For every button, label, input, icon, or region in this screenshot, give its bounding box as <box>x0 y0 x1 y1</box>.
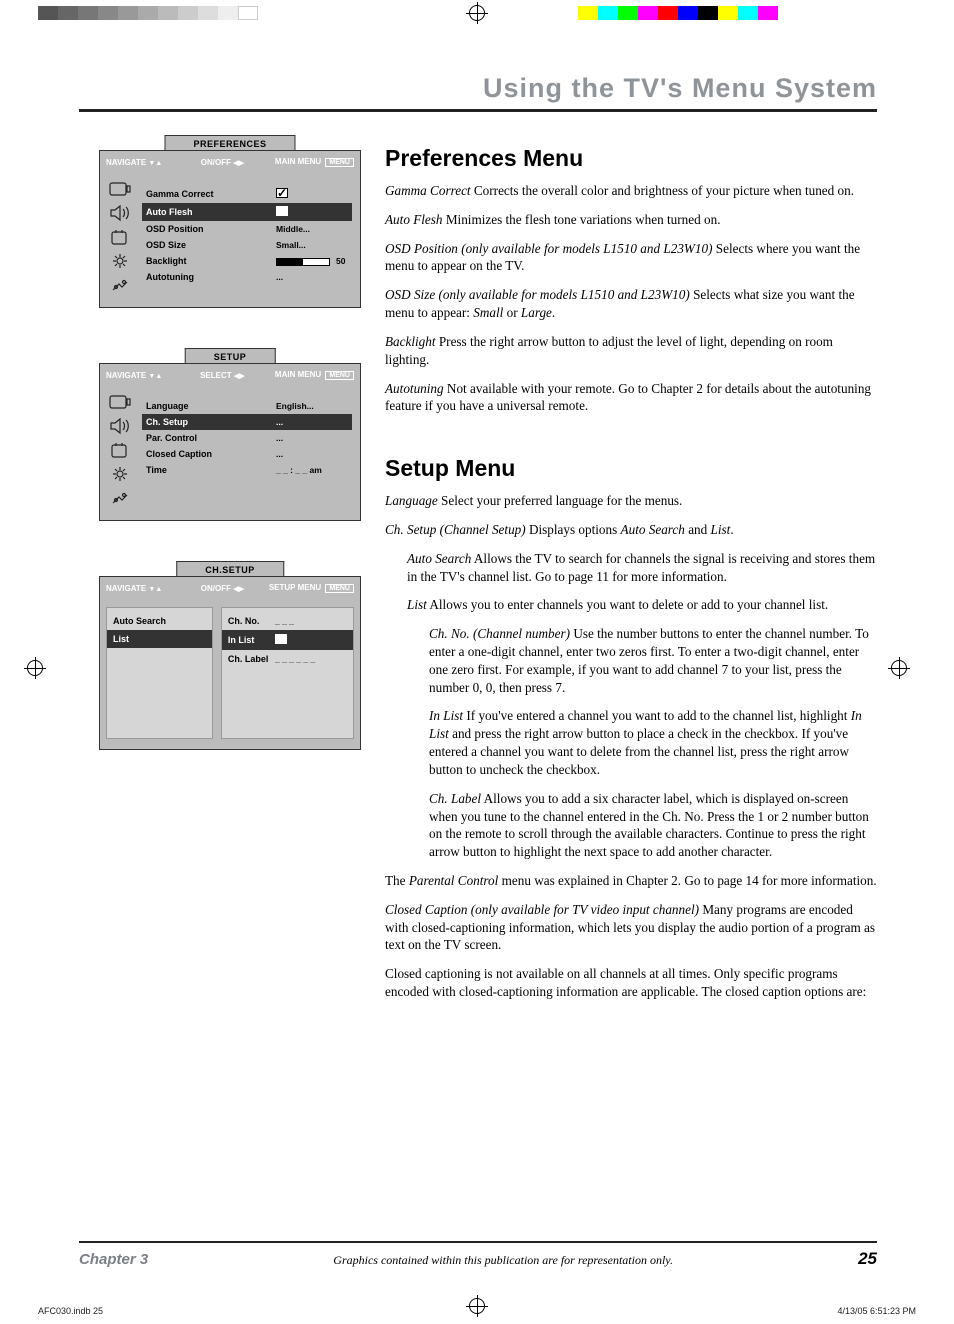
paragraph: The Parental Control menu was explained … <box>385 872 877 890</box>
registration-mark-icon <box>469 5 485 21</box>
setup-icon <box>108 488 132 508</box>
osd-row: OSD PositionMiddle... <box>142 221 352 237</box>
paragraph: Backlight Press the right arrow button t… <box>385 333 877 369</box>
registration-mark-icon <box>891 660 907 676</box>
paragraph: Gamma Correct Corrects the overall color… <box>385 182 877 200</box>
paragraph: Auto Search Allows the TV to search for … <box>407 550 877 586</box>
osd-list: Gamma CorrectAuto FleshOSD PositionMiddl… <box>142 179 352 295</box>
setup-icon <box>108 275 132 295</box>
osd-row: Closed Caption... <box>142 446 352 462</box>
osd-row: Ch. Setup... <box>142 414 352 430</box>
sound-icon <box>108 203 132 223</box>
osd-row: LanguageEnglish... <box>142 398 352 414</box>
osd-row: List <box>107 630 212 648</box>
osd-nav-bar: NAVIGATE ▼▲ SELECT ◀▶ MAIN MENU MENU <box>100 364 360 386</box>
osd-pane-left: Auto SearchList <box>106 607 213 739</box>
osd-nav-bar: NAVIGATE ▼▲ ON/OFF ◀▶ SETUP MENU MENU <box>100 577 360 599</box>
paragraph: Closed Caption (only available for TV vi… <box>385 901 877 954</box>
osd-nav-bar: NAVIGATE ▼▲ ON/OFF ◀▶ MAIN MENU MENU <box>100 151 360 173</box>
paragraph: Language Select your preferred language … <box>385 492 877 510</box>
osd-row: Autotuning... <box>142 269 352 285</box>
sound-icon <box>108 416 132 436</box>
color-bars-right <box>558 6 798 20</box>
section-heading-preferences: Preferences Menu <box>385 145 877 172</box>
osd-tab: SETUP <box>185 348 276 363</box>
paragraph: OSD Position (only available for models … <box>385 240 877 276</box>
osd-row: OSD SizeSmall... <box>142 237 352 253</box>
osd-tab: PREFERENCES <box>164 135 295 150</box>
osd-row: In List <box>222 630 353 650</box>
osd-list: LanguageEnglish...Ch. Setup...Par. Contr… <box>142 392 352 508</box>
picture-icon <box>108 392 132 412</box>
print-timestamp: 4/13/05 6:51:23 PM <box>837 1306 916 1316</box>
registration-mark-icon <box>27 660 43 676</box>
osd-preferences: PREFERENCES NAVIGATE ▼▲ ON/OFF ◀▶ MAIN M… <box>99 150 361 308</box>
osd-setup: SETUP NAVIGATE ▼▲ SELECT ◀▶ MAIN MENU ME… <box>99 363 361 521</box>
settings-icon <box>108 251 132 271</box>
paragraph: In List If you've entered a channel you … <box>429 707 877 778</box>
divider <box>79 109 877 112</box>
paragraph: Auto Flesh Minimizes the flesh tone vari… <box>385 211 877 229</box>
osd-row: Par. Control... <box>142 430 352 446</box>
osd-row: Ch. No._ _ _ <box>222 612 353 630</box>
osd-row: Auto Search <box>107 612 212 630</box>
paragraph: Autotuning Not available with your remot… <box>385 380 877 416</box>
osd-icon-column <box>108 392 134 508</box>
timer-icon <box>108 440 132 460</box>
paragraph: List Allows you to enter channels you wa… <box>407 596 877 614</box>
paragraph: Ch. Label Allows you to add a six charac… <box>429 790 877 861</box>
print-footer: AFC030.indb 25 4/13/05 6:51:23 PM <box>38 1306 916 1316</box>
timer-icon <box>108 227 132 247</box>
osd-row: Ch. Label_ _ _ _ _ _ <box>222 650 353 668</box>
osd-pane-right: Ch. No._ _ _In ListCh. Label_ _ _ _ _ _ <box>221 607 354 739</box>
color-bars-left <box>38 6 258 20</box>
paragraph: Ch. No. (Channel number) Use the number … <box>429 625 877 696</box>
paragraph: OSD Size (only available for models L151… <box>385 286 877 322</box>
section-heading-setup: Setup Menu <box>385 455 877 482</box>
page-title: Using the TV's Menu System <box>79 73 877 104</box>
print-filename: AFC030.indb 25 <box>38 1306 103 1316</box>
osd-row: Backlight50 <box>142 253 352 269</box>
divider <box>79 1241 877 1244</box>
osd-icon-column <box>108 179 134 295</box>
paragraph: Closed captioning is not available on al… <box>385 965 877 1001</box>
settings-icon <box>108 464 132 484</box>
osd-row: Gamma Correct <box>142 185 352 203</box>
footer-note: Graphics contained within this publicati… <box>148 1253 858 1268</box>
osd-tab: CH.SETUP <box>176 561 284 576</box>
paragraph: Ch. Setup (Channel Setup) Displays optio… <box>385 521 877 539</box>
osd-row: Time_ _ : _ _ am <box>142 462 352 478</box>
chapter-label: Chapter 3 <box>79 1251 148 1268</box>
page-number: 25 <box>858 1249 877 1269</box>
picture-icon <box>108 179 132 199</box>
osd-row: Auto Flesh <box>142 203 352 221</box>
page-footer: Chapter 3 Graphics contained within this… <box>79 1241 877 1270</box>
osd-chsetup: CH.SETUP NAVIGATE ▼▲ ON/OFF ◀▶ SETUP MEN… <box>99 576 361 750</box>
